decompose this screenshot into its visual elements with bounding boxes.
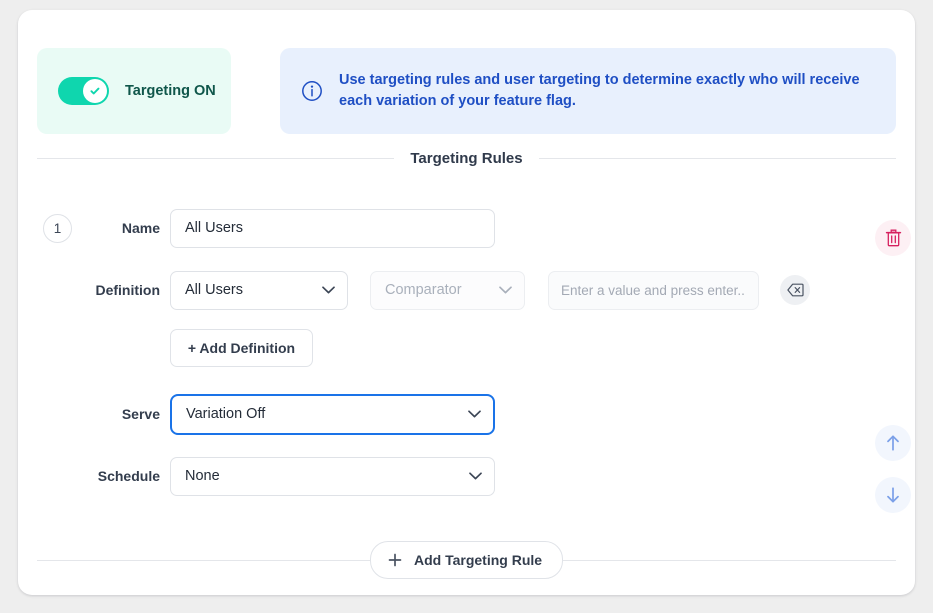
targeting-header: Targeting ON Use targeting rules and use… <box>37 48 896 134</box>
section-title: Targeting Rules <box>394 150 538 167</box>
move-rule-down-button[interactable] <box>875 477 911 513</box>
rule-number-col: 1 <box>18 214 72 243</box>
chevron-down-icon <box>322 286 335 294</box>
add-definition-button[interactable]: + Add Definition <box>170 329 313 367</box>
chevron-down-icon <box>468 410 481 418</box>
definition-value-input[interactable] <box>548 271 759 310</box>
section-heading: Targeting Rules <box>37 150 896 167</box>
add-targeting-rule-button[interactable]: Add Targeting Rule <box>370 541 563 579</box>
info-icon <box>301 80 323 102</box>
info-banner-text: Use targeting rules and user targeting t… <box>339 70 874 112</box>
schedule-select[interactable]: None <box>170 457 495 496</box>
definition-comparator-select[interactable]: Comparator <box>370 271 525 310</box>
definition-attribute-select[interactable]: All Users <box>170 271 348 310</box>
delete-rule-button[interactable] <box>875 220 911 256</box>
schedule-value: None <box>185 468 220 484</box>
targeting-toggle-label: Targeting ON <box>125 83 216 99</box>
footer-divider-left <box>37 560 370 561</box>
info-banner: Use targeting rules and user targeting t… <box>280 48 896 134</box>
definition-controls: All Users Comparator <box>170 271 810 310</box>
chevron-down-icon <box>499 286 512 294</box>
arrow-up-icon <box>885 434 901 452</box>
add-definition-row: + Add Definition <box>18 326 915 370</box>
serve-field-col: Variation Off <box>170 394 495 435</box>
check-icon <box>89 85 101 97</box>
rule-name-label: Name <box>72 220 170 236</box>
divider-left <box>37 158 394 159</box>
chevron-down-icon <box>469 472 482 480</box>
arrow-down-icon <box>885 486 901 504</box>
divider-right <box>539 158 896 159</box>
targeting-toggle-switch[interactable] <box>58 77 109 105</box>
targeting-rule-1: 1 Name Definition All Users Comparator <box>18 206 915 498</box>
serve-variation-select[interactable]: Variation Off <box>170 394 495 435</box>
trash-icon <box>885 229 902 247</box>
footer-divider-right <box>563 560 896 561</box>
move-rule-up-button[interactable] <box>875 425 911 461</box>
rule-name-input[interactable] <box>170 209 495 248</box>
add-definition-field-col: + Add Definition <box>170 329 313 367</box>
rule-schedule-row: Schedule None <box>18 454 915 498</box>
rule-name-row: 1 Name <box>18 206 915 250</box>
rule-serve-row: Serve Variation Off <box>18 392 915 436</box>
targeting-panel: Targeting ON Use targeting rules and use… <box>18 10 915 595</box>
add-targeting-rule-label: Add Targeting Rule <box>414 552 542 568</box>
rule-number-badge: 1 <box>43 214 72 243</box>
schedule-field-col: None <box>170 457 495 496</box>
rule-name-field-col <box>170 209 495 248</box>
add-rule-footer: Add Targeting Rule <box>37 541 896 579</box>
plus-icon <box>388 553 402 567</box>
rule-schedule-label: Schedule <box>72 468 170 484</box>
targeting-toggle-card: Targeting ON <box>37 48 231 134</box>
toggle-knob <box>83 79 107 103</box>
backspace-icon <box>787 283 804 297</box>
serve-variation-value: Variation Off <box>186 406 265 422</box>
rule-serve-label: Serve <box>72 406 170 422</box>
rule-definition-label: Definition <box>72 282 170 298</box>
definition-clear-button[interactable] <box>780 275 810 305</box>
rule-definition-row: Definition All Users Comparator <box>18 268 915 312</box>
definition-comparator-placeholder: Comparator <box>385 282 462 298</box>
definition-attribute-value: All Users <box>185 282 243 298</box>
